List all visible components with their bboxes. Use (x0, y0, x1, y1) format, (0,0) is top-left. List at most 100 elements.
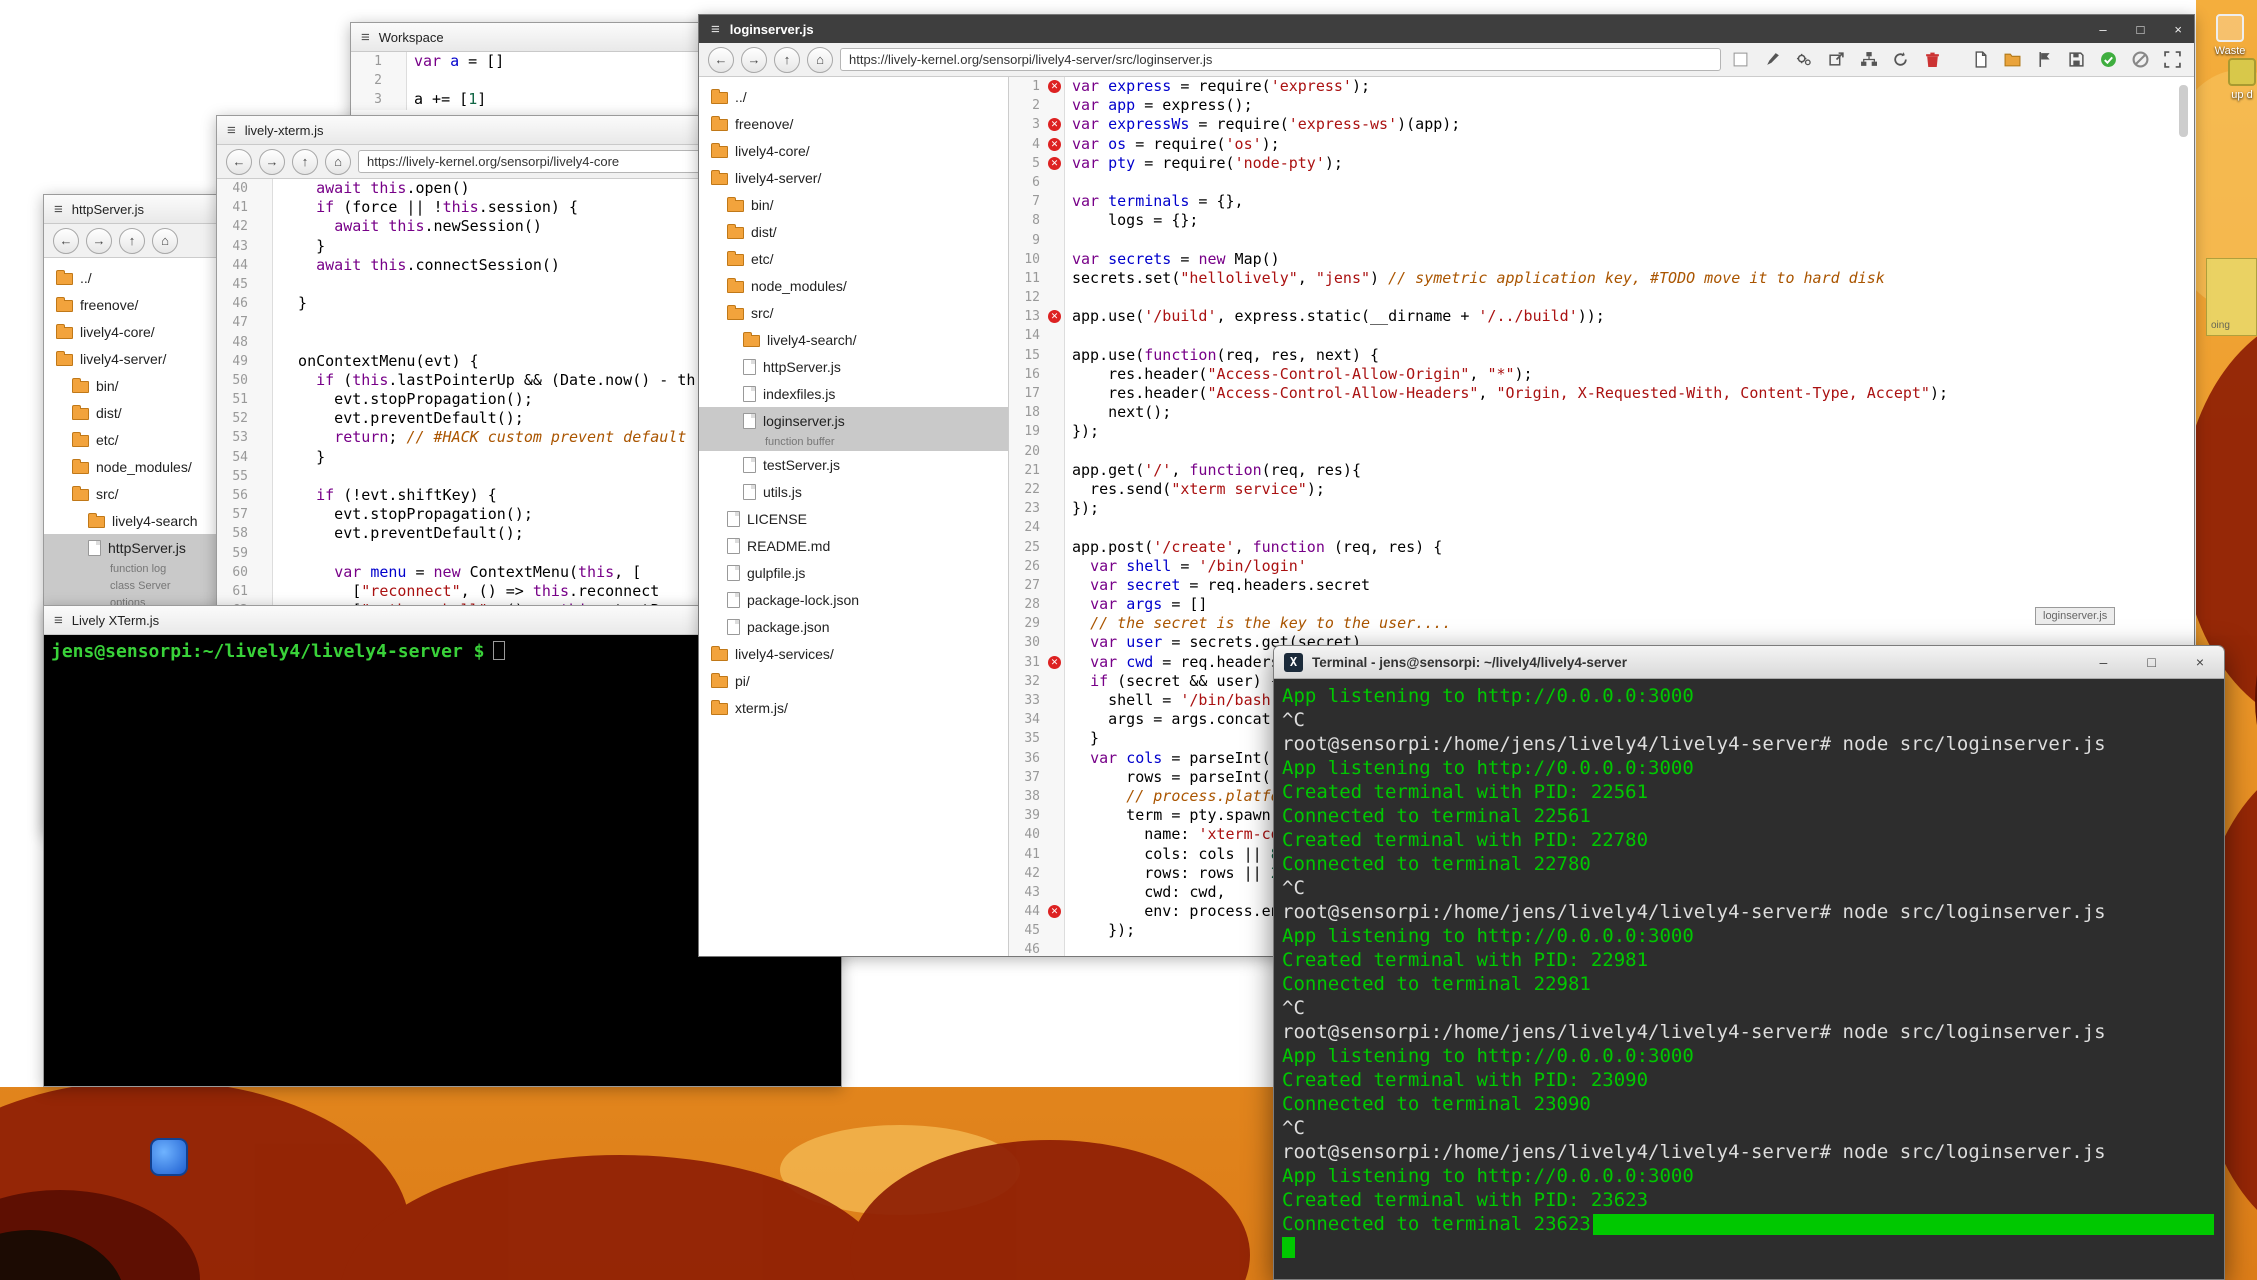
code-line[interactable]: 15app.use(function(req, res, next) { (1009, 346, 2194, 365)
checkbox-icon[interactable] (1728, 47, 1753, 72)
menu-icon[interactable]: ≡ (54, 201, 63, 218)
up-button[interactable]: ↑ (292, 149, 318, 175)
code-line[interactable]: 13✕app.use('/build', express.static(__di… (1009, 307, 2194, 326)
fullscreen-icon[interactable] (2160, 47, 2185, 72)
tree-item[interactable]: lively4-search/ (699, 326, 1008, 353)
editor-scrollbar[interactable] (2179, 85, 2188, 137)
tree-item[interactable]: gulpfile.js (699, 559, 1008, 586)
folder-icon[interactable] (2000, 47, 2025, 72)
menu-icon[interactable]: ≡ (711, 21, 720, 38)
back-button[interactable]: ← (53, 228, 79, 254)
code-line[interactable]: 4✕var os = require('os'); (1009, 135, 2194, 154)
code-line[interactable]: 23}); (1009, 499, 2194, 518)
up-button[interactable]: ↑ (774, 47, 800, 73)
delete-trash-icon[interactable] (1920, 47, 1945, 72)
minimize-icon[interactable]: – (2099, 22, 2106, 37)
code-line[interactable]: 14 (1009, 326, 2194, 345)
maximize-icon[interactable]: □ (2147, 654, 2155, 670)
code-line[interactable]: 25app.post('/create', function (req, res… (1009, 538, 2194, 557)
code-line[interactable]: 22 res.send("xterm service"); (1009, 480, 2194, 499)
tree-item[interactable]: utils.js (699, 478, 1008, 505)
flag-icon[interactable] (2032, 47, 2057, 72)
desktop-icon-updates[interactable]: up d (2212, 58, 2257, 101)
menu-icon[interactable]: ≡ (227, 122, 236, 139)
code-line[interactable]: 16 res.header("Access-Control-Allow-Orig… (1009, 365, 2194, 384)
tree-subitem[interactable]: function buffer (699, 434, 1008, 451)
refresh-icon[interactable] (1888, 47, 1913, 72)
code-line[interactable]: 21app.get('/', function(req, res){ (1009, 461, 2194, 480)
code-line[interactable]: 2var app = express(); (1009, 96, 2194, 115)
cancel-icon[interactable] (2128, 47, 2153, 72)
forward-button[interactable]: → (86, 228, 112, 254)
code-line[interactable]: 29 // the secret is the key to the user.… (1009, 614, 2194, 633)
save-icon[interactable] (2064, 47, 2089, 72)
home-button[interactable]: ⌂ (152, 228, 178, 254)
back-button[interactable]: ← (226, 149, 252, 175)
tree-item[interactable]: LICENSE (699, 505, 1008, 532)
loginserver-titlebar[interactable]: ≡ loginserver.js – □ × (699, 15, 2194, 43)
desktop-icon-trash[interactable]: Waste (2200, 14, 2257, 57)
code-text: var express = require('express'); (1065, 77, 1370, 96)
brush-icon[interactable] (1760, 47, 1785, 72)
code-line[interactable]: 6 (1009, 173, 2194, 192)
close-icon[interactable]: × (2174, 22, 2182, 37)
code-line[interactable]: 20 (1009, 442, 2194, 461)
home-button[interactable]: ⌂ (325, 149, 351, 175)
home-button[interactable]: ⌂ (807, 47, 833, 73)
tree-item[interactable]: README.md (699, 532, 1008, 559)
url-input[interactable] (840, 48, 1721, 71)
code-line[interactable]: 9 (1009, 231, 2194, 250)
open-external-icon[interactable] (1824, 47, 1849, 72)
close-icon[interactable]: × (2196, 654, 2204, 670)
tree-item[interactable]: lively4-server/ (699, 164, 1008, 191)
tree-item[interactable]: pi/ (699, 667, 1008, 694)
tree-item[interactable]: freenove/ (699, 110, 1008, 137)
code-line[interactable]: 12 (1009, 288, 2194, 307)
code-line[interactable]: 11secrets.set("hellolively", "jens") // … (1009, 269, 2194, 288)
forward-button[interactable]: → (741, 47, 767, 73)
tree-item[interactable]: testServer.js (699, 451, 1008, 478)
desktop-sticky-note[interactable]: oing (2206, 258, 2257, 336)
accept-icon[interactable] (2096, 47, 2121, 72)
terminal-titlebar[interactable]: X Terminal - jens@sensorpi: ~/lively4/li… (1274, 646, 2224, 679)
code-line[interactable]: 5✕var pty = require('node-pty'); (1009, 154, 2194, 173)
tree-item[interactable]: httpServer.js (699, 353, 1008, 380)
terminal-screen[interactable]: App listening to http://0.0.0.0:3000^Cro… (1274, 679, 2224, 1279)
code-line[interactable]: 28 var args = [] (1009, 595, 2194, 614)
tree-item[interactable]: dist/ (699, 218, 1008, 245)
tree-item[interactable]: package-lock.json (699, 586, 1008, 613)
code-line[interactable]: 19}); (1009, 422, 2194, 441)
maximize-icon[interactable]: □ (2137, 22, 2145, 37)
tree-item[interactable]: etc/ (699, 245, 1008, 272)
menu-icon[interactable]: ≡ (361, 29, 370, 46)
back-button[interactable]: ← (708, 47, 734, 73)
tree-item[interactable]: src/ (699, 299, 1008, 326)
dependencies-graph-icon[interactable] (1856, 47, 1881, 72)
code-line[interactable]: 3✕var expressWs = require('express-ws')(… (1009, 115, 2194, 134)
tree-item[interactable]: ../ (699, 83, 1008, 110)
tree-item[interactable]: indexfiles.js (699, 380, 1008, 407)
new-file-icon[interactable] (1968, 47, 1993, 72)
code-line[interactable]: 8 logs = {}; (1009, 211, 2194, 230)
gears-icon[interactable] (1792, 47, 1817, 72)
tree-item[interactable]: lively4-services/ (699, 640, 1008, 667)
up-button[interactable]: ↑ (119, 228, 145, 254)
code-line[interactable]: 26 var shell = '/bin/login' (1009, 557, 2194, 576)
code-line[interactable]: 17 res.header("Access-Control-Allow-Head… (1009, 384, 2194, 403)
code-line[interactable]: 24 (1009, 518, 2194, 537)
tree-item[interactable]: package.json (699, 613, 1008, 640)
tree-item[interactable]: loginserver.js (699, 407, 1008, 434)
code-line[interactable]: 18 next(); (1009, 403, 2194, 422)
tree-item[interactable]: xterm.js/ (699, 694, 1008, 721)
desktop-icon-blue-app[interactable] (150, 1138, 188, 1176)
tree-item[interactable]: bin/ (699, 191, 1008, 218)
menu-icon[interactable]: ≡ (54, 612, 63, 629)
tree-item[interactable]: lively4-core/ (699, 137, 1008, 164)
code-line[interactable]: 1✕var express = require('express'); (1009, 77, 2194, 96)
minimize-icon[interactable]: – (2100, 654, 2108, 670)
code-line[interactable]: 7var terminals = {}, (1009, 192, 2194, 211)
tree-item[interactable]: node_modules/ (699, 272, 1008, 299)
forward-button[interactable]: → (259, 149, 285, 175)
code-line[interactable]: 10var secrets = new Map() (1009, 250, 2194, 269)
code-line[interactable]: 27 var secret = req.headers.secret (1009, 576, 2194, 595)
